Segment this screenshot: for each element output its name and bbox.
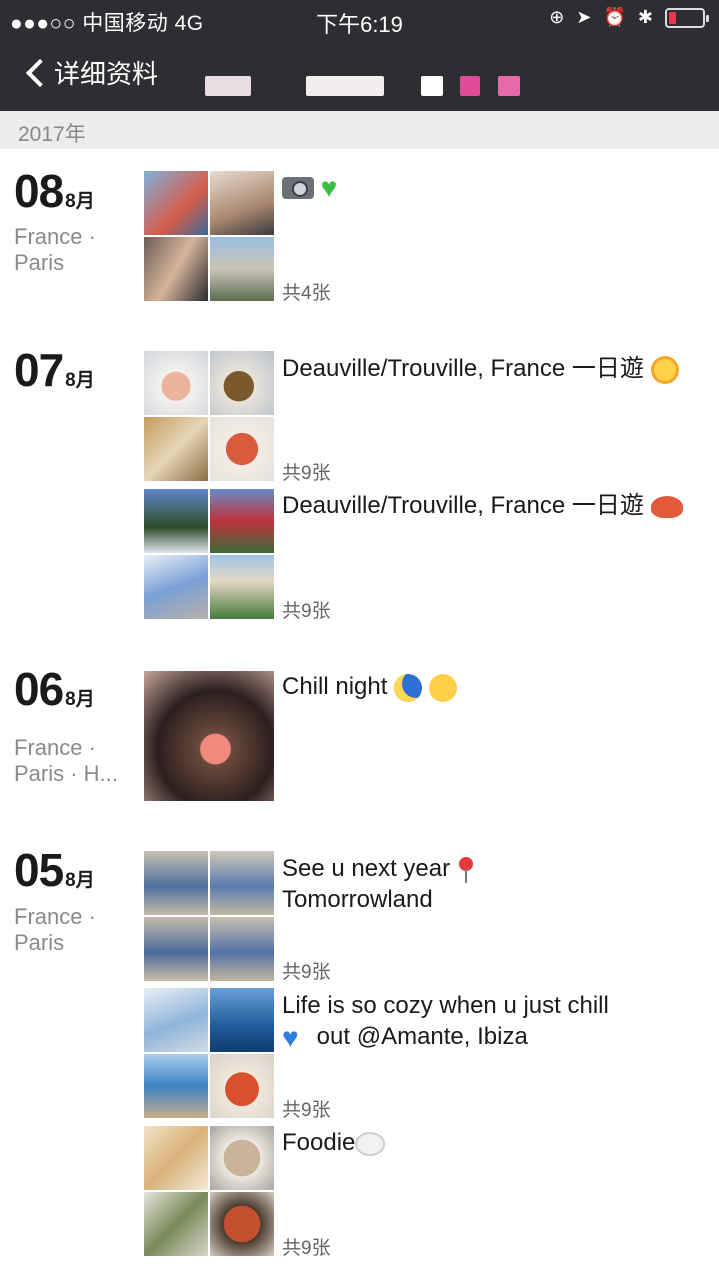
location-label: France · Paris: [14, 904, 96, 955]
location-label: France · Paris: [14, 224, 96, 275]
blurred-name-block: [205, 76, 251, 96]
photo-thumb[interactable]: [144, 489, 208, 553]
post-caption[interactable]: See u next year Tomorrowland: [282, 853, 702, 915]
photo-count: 共9张: [282, 463, 331, 484]
caption-text: Life is so cozy when u just chill: [282, 992, 609, 1019]
plate-icon: [355, 1131, 386, 1156]
photo-count: 共9张: [282, 1238, 331, 1259]
pin-icon: [457, 856, 475, 883]
date-label: 07 8月: [14, 343, 95, 397]
post-caption[interactable]: Deauville/Trouville, France 一日遊: [282, 490, 702, 521]
post-caption[interactable]: Life is so cozy when u just chill ♥ out …: [282, 990, 702, 1052]
month-label: 8月: [65, 191, 95, 212]
crescent-moon-icon: [394, 673, 423, 702]
month-label: 8月: [65, 689, 95, 710]
photo-thumb[interactable]: [210, 237, 274, 301]
chevron-left-icon: [25, 58, 55, 87]
date-label: 08 8月: [14, 164, 95, 218]
photo-thumb[interactable]: [144, 555, 208, 619]
post-caption[interactable]: Foodie: [282, 1127, 702, 1158]
photo-thumb[interactable]: [210, 1126, 274, 1190]
photo-thumb[interactable]: [144, 1126, 208, 1190]
sun-face-icon: [650, 355, 679, 384]
photo-thumb[interactable]: [144, 1192, 208, 1256]
date-label: 06 8月: [14, 662, 95, 716]
status-icons: ⊕ ➤ ⏰ ✱: [549, 7, 709, 28]
month-label: 8月: [65, 870, 95, 891]
photo-thumb[interactable]: [144, 671, 274, 801]
alarm-icon: ⏰: [603, 7, 626, 27]
photo-thumb[interactable]: [144, 417, 208, 481]
photo-thumb[interactable]: [144, 988, 208, 1052]
photo-count: 共9张: [282, 601, 331, 622]
photo-count: 共9张: [282, 962, 331, 983]
photo-thumb[interactable]: [210, 988, 274, 1052]
caption-text: Deauville/Trouville, France 一日遊: [282, 355, 644, 382]
blurred-name-block: [421, 76, 443, 96]
photo-thumb[interactable]: [210, 171, 274, 235]
photo-grid[interactable]: [144, 1126, 274, 1256]
post-caption[interactable]: Chill night: [282, 671, 702, 702]
photo-thumb[interactable]: [144, 237, 208, 301]
post-caption[interactable]: Deauville/Trouville, France 一日遊: [282, 353, 702, 384]
photo-grid[interactable]: [144, 171, 274, 301]
photo-thumb[interactable]: [210, 851, 274, 915]
day-number: 06: [14, 663, 64, 715]
camera-icon: [282, 176, 314, 199]
photo-grid[interactable]: [144, 851, 274, 981]
month-label: 8月: [65, 370, 95, 391]
photo-count: 共9张: [282, 1100, 331, 1121]
photo-thumb[interactable]: [144, 1054, 208, 1118]
photo-thumb[interactable]: [210, 1054, 274, 1118]
sleepy-face-icon: [428, 673, 457, 702]
photo-thumb[interactable]: [210, 1192, 274, 1256]
blurred-name-block: [460, 76, 480, 96]
bluetooth-icon: ✱: [637, 7, 653, 27]
photo-count: 共4张: [282, 283, 331, 304]
photo-thumb[interactable]: [210, 489, 274, 553]
caption-text: Deauville/Trouville, France 一日遊: [282, 492, 644, 519]
year-section-header: 2017年: [0, 111, 719, 149]
location-label: France · Paris · H...: [14, 735, 118, 786]
rotation-lock-icon: ⊕: [549, 7, 565, 27]
blurred-name-block: [306, 76, 384, 96]
photo-thumb[interactable]: [210, 351, 274, 415]
caption-text: Foodie: [282, 1129, 356, 1156]
photo-grid[interactable]: [144, 489, 274, 619]
blurred-name-block: [498, 76, 520, 96]
year-label: 2017年: [18, 123, 86, 146]
caption-text-line2: out @Amante, Ibiza: [316, 1023, 528, 1050]
photo-thumb[interactable]: [210, 917, 274, 981]
day-number: 08: [14, 165, 64, 217]
photo-thumb[interactable]: [144, 171, 208, 235]
blue-heart-icon: ♥: [282, 1021, 299, 1053]
green-heart-icon: ♥: [320, 171, 338, 203]
back-button[interactable]: 详细资料: [22, 54, 158, 91]
day-number: 05: [14, 844, 64, 896]
post-caption[interactable]: ♥: [282, 171, 702, 202]
photo-grid[interactable]: [144, 988, 274, 1118]
crab-icon: [650, 495, 683, 518]
battery-icon: [665, 7, 709, 28]
date-label: 05 8月: [14, 843, 95, 897]
photo-thumb[interactable]: [210, 555, 274, 619]
day-number: 07: [14, 344, 64, 396]
header-bar: ●●●○○ 中国移动 4G 下午6:19 ⊕ ➤ ⏰ ✱ 详细资料: [0, 0, 719, 111]
photo-thumb[interactable]: [144, 351, 208, 415]
caption-text: See u next year: [282, 855, 451, 882]
photo-grid[interactable]: [144, 351, 274, 481]
photo-thumb[interactable]: [144, 917, 208, 981]
photo-thumb[interactable]: [210, 417, 274, 481]
photo-thumb[interactable]: [144, 851, 208, 915]
location-arrow-icon: ➤: [576, 7, 592, 27]
status-bar: ●●●○○ 中国移动 4G 下午6:19 ⊕ ➤ ⏰ ✱: [0, 0, 719, 40]
caption-text: Chill night: [282, 673, 388, 700]
caption-text-line2: Tomorrowland: [282, 886, 433, 913]
back-label: 详细资料: [54, 59, 159, 89]
nav-bar: 详细资料: [0, 50, 719, 100]
